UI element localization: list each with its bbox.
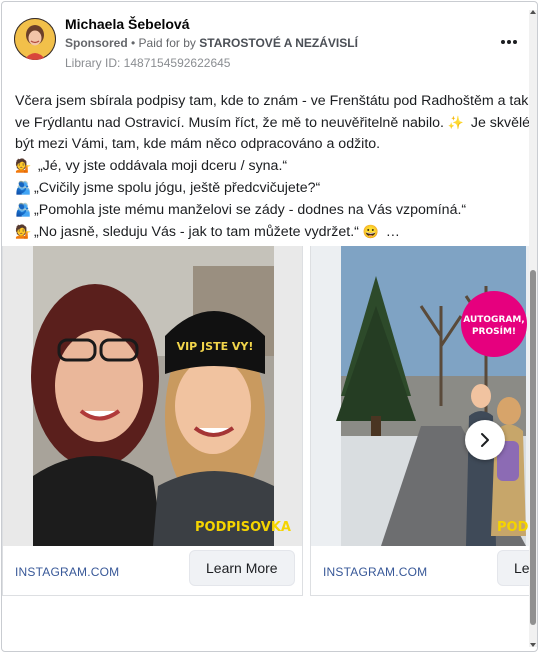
town-square-photo: AUTOGRAM, PROSÍM! PODPISOVKA xyxy=(311,246,529,546)
selfie-photo: VIP JSTE VY! PODPISOVKA xyxy=(3,246,302,546)
library-id: Library ID: 1487154592622645 xyxy=(65,56,231,70)
autogram-badge-line2: PROSÍM! xyxy=(472,325,516,337)
ad-card: Michaela Šebelová Sponsored • Paid for b… xyxy=(1,1,538,652)
card-link-domain[interactable]: INSTAGRAM.COM xyxy=(15,565,119,579)
more-options-button[interactable] xyxy=(498,32,520,52)
body-line: ve Frýdlantu nad Ostravicí. Musím říct, … xyxy=(15,112,531,134)
learn-more-button[interactable]: Learn More xyxy=(189,550,295,586)
card-image[interactable]: VIP JSTE VY! PODPISOVKA xyxy=(3,246,302,546)
scroll-up-icon[interactable] xyxy=(530,10,536,14)
quote-line: 🫂 „Cvičily jsme spolu jógu, ještě předcvi… xyxy=(15,177,527,199)
carousel-card[interactable]: AUTOGRAM, PROSÍM! PODPISOVKA INSTAGRAM.C… xyxy=(310,246,529,596)
card-link-domain[interactable]: INSTAGRAM.COM xyxy=(323,565,427,579)
author-name[interactable]: Michaela Šebelová xyxy=(65,16,190,32)
person-tipping-hand-icon: 💁 xyxy=(15,158,32,173)
body-line: být mezi Vámi, tam, kde mám něco odpraco… xyxy=(15,136,381,152)
quote-line: 🫂 „Pomohla jste mému manželovi se zády - … xyxy=(15,199,527,221)
people-hugging-icon: 🫂 xyxy=(15,180,32,195)
learn-more-button[interactable]: Learn More xyxy=(497,550,529,586)
podpisovka-sticker: PODPISOVKA xyxy=(195,520,291,535)
body-line: Včera jsem sbírala podpisy tam, kde to z… xyxy=(15,93,537,109)
post-body: Včera jsem sbírala podpisy tam, kde to z… xyxy=(15,91,537,243)
quote-text: „Pomohla jste mému manželovi se zády - d… xyxy=(34,202,467,218)
quote-text: „No jasně, sleduju Vás - jak to tam může… xyxy=(34,224,359,240)
body-line-text: ve Frýdlantu nad Ostravicí. Musím říct, … xyxy=(15,115,444,131)
card-image[interactable]: AUTOGRAM, PROSÍM! PODPISOVKA xyxy=(311,246,529,546)
more-horizontal-icon xyxy=(501,40,505,44)
body-line-text: Je skvělé xyxy=(466,115,531,131)
sponsored-label: Sponsored xyxy=(65,36,128,50)
sponsored-line: Sponsored • Paid for by STAROSTOVÉ A NEZ… xyxy=(65,36,358,50)
quote-line: 💁 „Jé, vy jste oddávala moji dceru / syn… xyxy=(15,155,527,177)
hat-text: VIP JSTE VY! xyxy=(177,340,254,353)
autogram-badge-line1: AUTOGRAM, xyxy=(463,315,524,325)
scroll-down-icon[interactable] xyxy=(530,643,536,647)
carousel-next-button[interactable] xyxy=(465,420,505,460)
grinning-face-icon: 😀 xyxy=(362,224,380,239)
scrollbar-thumb[interactable] xyxy=(530,270,536,625)
person-tipping-hand-icon: 💁 xyxy=(15,224,32,239)
paid-for-prefix: • Paid for by xyxy=(127,36,200,50)
podpisovka-sticker: PODPISOVKA xyxy=(497,520,529,535)
quote-line: 💁 „No jasně, sleduju Vás - jak to tam můž… xyxy=(15,221,527,243)
payer-name[interactable]: STAROSTOVÉ A NEZÁVISLÍ xyxy=(199,36,358,50)
see-more-ellipsis[interactable]: … xyxy=(382,224,400,240)
people-hugging-icon: 🫂 xyxy=(15,202,32,217)
carousel: VIP JSTE VY! PODPISOVKA INSTAGRAM.COM Le… xyxy=(2,246,529,596)
avatar[interactable] xyxy=(14,18,56,60)
carousel-card[interactable]: VIP JSTE VY! PODPISOVKA INSTAGRAM.COM Le… xyxy=(2,246,303,596)
more-dot xyxy=(513,40,517,44)
chevron-right-icon xyxy=(481,433,489,447)
sparkles-icon: ✨ xyxy=(447,115,465,130)
scrollbar[interactable] xyxy=(529,10,537,647)
quote-text: „Jé, vy jste oddávala moji dceru / syna.… xyxy=(34,158,288,174)
avatar-photo xyxy=(14,18,56,60)
quote-text: „Cvičily jsme spolu jógu, ještě předcvič… xyxy=(34,180,321,196)
more-dot xyxy=(507,40,511,44)
